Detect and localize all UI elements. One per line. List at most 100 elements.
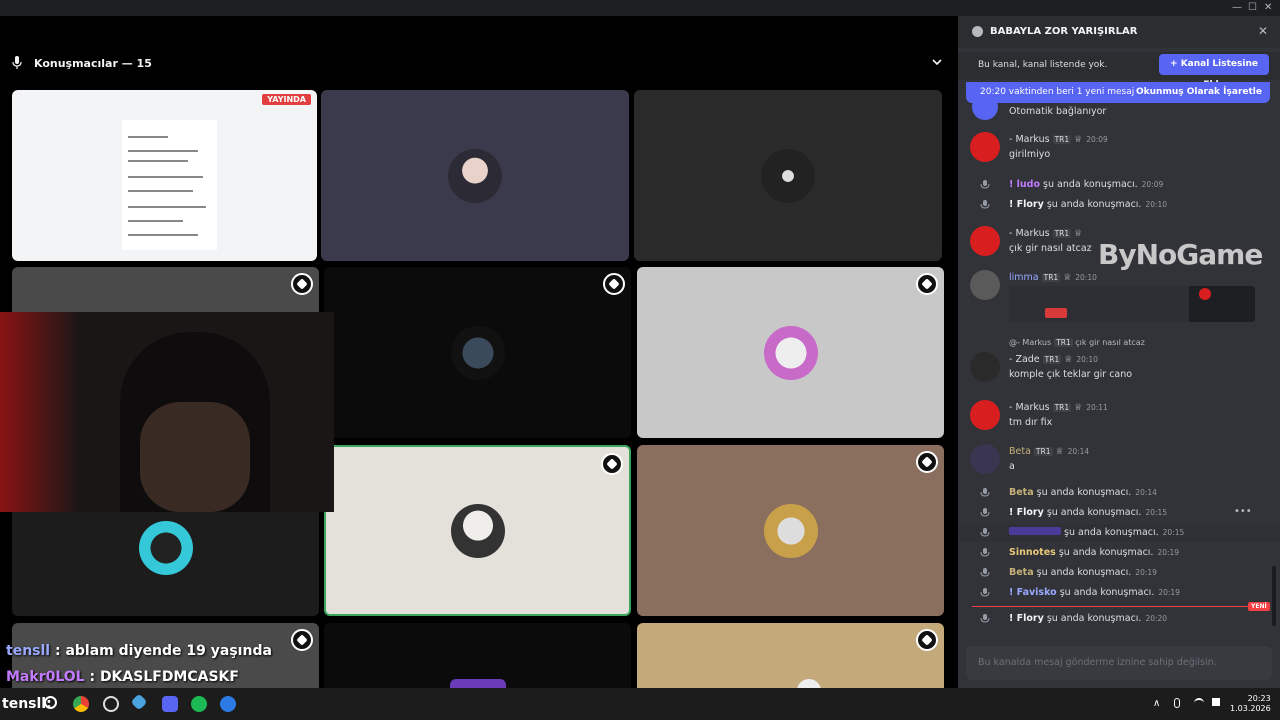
plus-icon: + xyxy=(1170,59,1181,69)
obscured-username xyxy=(1009,527,1061,535)
new-messages-text: 20:20 vaktinden beri 1 yeni mesaj xyxy=(980,87,1135,97)
tray-expand-icon[interactable]: ∧ xyxy=(1153,698,1160,709)
new-messages-divider xyxy=(972,606,1252,607)
channel-notice: Bu kanal, kanal listende yok. + Kanal Li… xyxy=(958,52,1280,90)
window-titlebar: — ☐ ✕ xyxy=(0,0,1280,16)
composer-placeholder: Bu kanalda mesaj gönderme iznine sahip d… xyxy=(978,657,1217,668)
avatar xyxy=(450,325,505,380)
message-body: çık gir nasıl atcaz xyxy=(1009,243,1092,254)
stage-speaker-icon xyxy=(980,588,990,597)
notice-text: Bu kanal, kanal listende yok. xyxy=(978,60,1108,70)
chat-scrollbar[interactable] xyxy=(1272,566,1276,626)
message-composer[interactable]: Bu kanalda mesaj gönderme iznine sahip d… xyxy=(966,646,1272,680)
chat-header: BABAYLA ZOR YARIŞIRLAR ✕ xyxy=(958,16,1280,48)
participant-tile[interactable] xyxy=(324,623,631,688)
message-body: girilmiyo xyxy=(1009,149,1051,160)
moderator-icon xyxy=(916,451,938,473)
avatar xyxy=(970,270,1000,300)
message-author: - Markus TR1 ♕ 20:09 xyxy=(1009,134,1108,145)
volume-icon[interactable] xyxy=(1212,698,1220,706)
participant-tile[interactable] xyxy=(637,445,944,616)
app-icon[interactable] xyxy=(220,696,236,712)
shared-screen xyxy=(12,90,317,261)
message-list: Otomatik bağlanıyor - Markus TR1 ♕ 20:09 gi… xyxy=(958,94,1280,642)
crown-icon: ♕ xyxy=(1063,273,1072,283)
system-message: ! ludo şu anda konuşmacı. 20:09 xyxy=(958,176,1280,194)
system-message: Beta şu anda konuşmacı. 20:14 xyxy=(958,484,1280,502)
crown-icon: ♕ xyxy=(1074,135,1083,145)
system-message: Sinnotes şu anda konuşmacı. 20:19 xyxy=(958,544,1280,562)
moderator-icon xyxy=(601,453,623,475)
reply-reference[interactable]: @- Markus TR1 çık gir nasıl atcaz xyxy=(1009,338,1145,347)
overlay-chat-line: Makr0LOL : DKASLFDMCASKF xyxy=(6,669,239,685)
wifi-icon[interactable] xyxy=(1194,698,1204,706)
channel-title: BABAYLA ZOR YARIŞIRLAR xyxy=(990,26,1138,37)
avatar xyxy=(970,352,1000,382)
moderator-icon xyxy=(916,629,938,651)
attached-screenshot[interactable] xyxy=(1009,286,1255,322)
system-message: ! Flory şu anda konuşmacı. 20:20 xyxy=(958,610,1280,628)
stage-speaker-icon xyxy=(980,180,990,189)
chat-bubble-icon xyxy=(972,26,983,37)
system-clock[interactable]: 20:23 1.03.2026 xyxy=(1230,694,1271,714)
screen-share-tile[interactable]: YAYINDA xyxy=(12,90,317,261)
avatar xyxy=(763,503,818,558)
participant-tile[interactable] xyxy=(637,267,944,438)
avatar xyxy=(763,325,818,380)
live-badge: YAYINDA xyxy=(262,94,311,105)
participant-tile[interactable] xyxy=(321,90,629,261)
speakers-header: Konuşmacılar — 15 xyxy=(0,52,954,76)
stage-area: Konuşmacılar — 15 YAYINDA tensll: ablam… xyxy=(0,16,954,688)
avatar xyxy=(970,132,1000,162)
discord-icon[interactable] xyxy=(162,696,178,712)
add-to-channel-list-button[interactable]: + Kanal Listesine Ekle xyxy=(1159,54,1269,90)
bynogame-watermark: ByNoGame xyxy=(1098,238,1263,271)
message-body: Otomatik bağlanıyor xyxy=(1009,106,1107,117)
stage-speaker-icon xyxy=(980,568,990,577)
chrome-icon[interactable] xyxy=(73,696,89,712)
crown-icon: ♕ xyxy=(1074,229,1083,239)
avatar xyxy=(970,400,1000,430)
close-icon[interactable]: ✕ xyxy=(1258,25,1270,37)
mark-as-read-button[interactable]: Okunmuş Olarak İşaretle xyxy=(1136,87,1262,97)
new-messages-bar[interactable]: 20:20 vaktinden beri 1 yeni mesaj Okunmu… xyxy=(966,82,1270,103)
moderator-icon xyxy=(291,629,313,651)
system-message: Beta şu anda konuşmacı. 20:19 xyxy=(958,564,1280,582)
message-body: komple çık teklar gir cano xyxy=(1009,369,1133,380)
moderator-icon xyxy=(916,273,938,295)
maximize-button[interactable]: ☐ xyxy=(1248,2,1257,13)
participant-tile[interactable] xyxy=(637,623,944,688)
taskbar: tensll: ∧ 20:23 1.03.2026 xyxy=(0,688,1280,720)
more-options-icon[interactable]: ••• xyxy=(1234,506,1254,520)
document-page xyxy=(122,120,217,250)
chevron-down-icon[interactable] xyxy=(930,55,944,69)
close-window-button[interactable]: ✕ xyxy=(1264,2,1272,13)
spotify-icon[interactable] xyxy=(191,696,207,712)
message-author: limma TR1 ♕ 20:10 xyxy=(1009,272,1097,283)
streamer-webcam xyxy=(0,312,334,512)
system-message: ! Favisko şu anda konuşmacı. 20:19 xyxy=(958,584,1280,602)
stage-speaker-icon xyxy=(980,508,990,517)
avatar xyxy=(797,679,821,688)
search-icon[interactable] xyxy=(44,696,57,709)
microphone-icon xyxy=(12,56,22,69)
app-window: — ☐ ✕ Konuşmacılar — 15 YAYINDA tensll:… xyxy=(0,0,1280,688)
avatar xyxy=(972,94,998,120)
chat-panel: BABAYLA ZOR YARIŞIRLAR ✕ Bu kanal, kanal… xyxy=(958,16,1280,688)
message-body: tm dır fix xyxy=(1009,417,1053,428)
avatar xyxy=(970,444,1000,474)
microphone-tray-icon[interactable] xyxy=(1174,698,1180,708)
moderator-icon xyxy=(291,273,313,295)
avatar xyxy=(970,226,1000,256)
participant-tile[interactable] xyxy=(634,90,942,261)
avatar xyxy=(138,520,193,575)
participant-tile[interactable] xyxy=(324,267,631,438)
crown-icon: ♕ xyxy=(1064,355,1073,365)
minimize-button[interactable]: — xyxy=(1232,2,1242,13)
participant-tile-speaking[interactable] xyxy=(324,445,631,616)
avatar xyxy=(450,503,505,558)
moderator-icon xyxy=(603,273,625,295)
obs-icon[interactable] xyxy=(103,696,119,712)
stage-speaker-icon xyxy=(980,200,990,209)
app-icon[interactable] xyxy=(130,693,148,711)
